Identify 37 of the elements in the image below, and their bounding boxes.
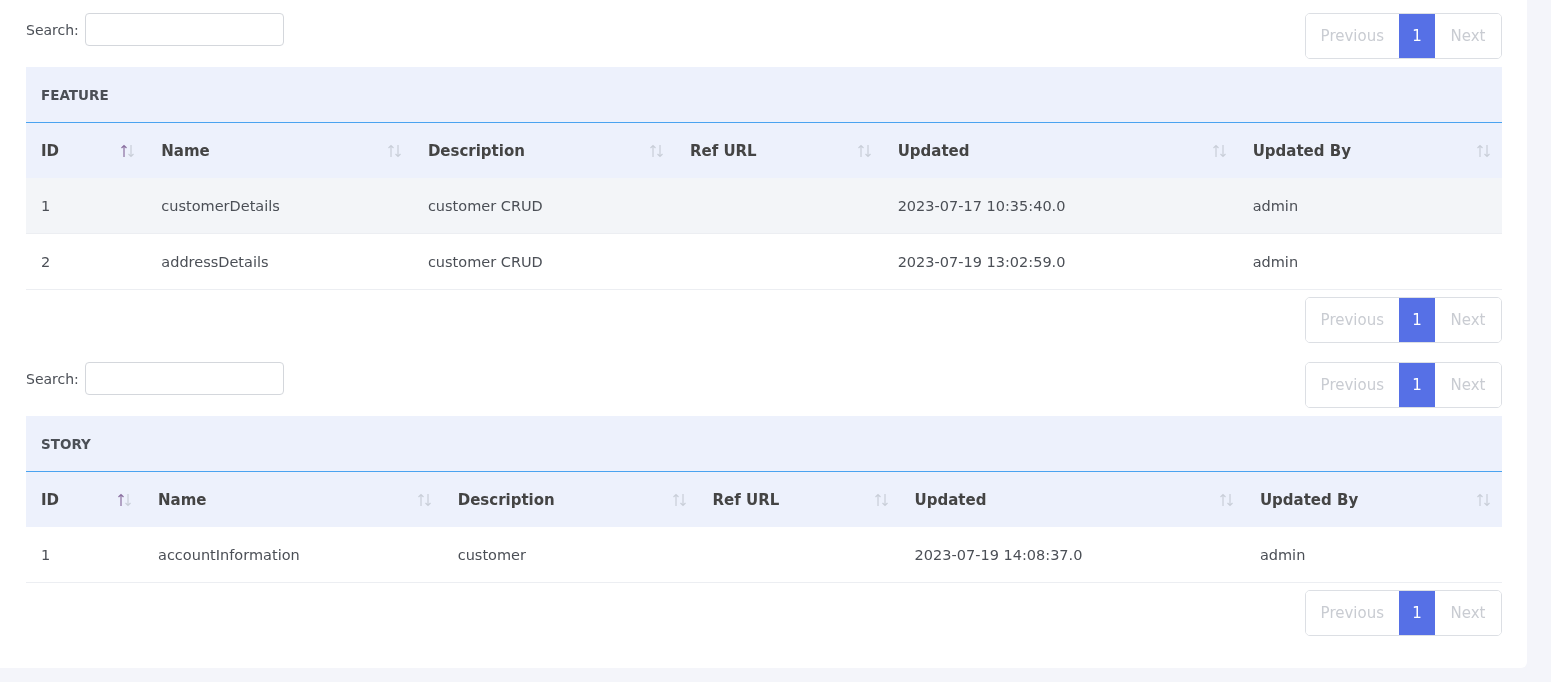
column-header[interactable]: Updated (899, 472, 1245, 527)
column-header[interactable]: Updated (882, 123, 1238, 178)
column-header[interactable]: Name (143, 472, 443, 527)
table-cell: 2023-07-19 14:08:37.0 (914, 546, 1083, 563)
column-header[interactable]: Name (146, 123, 413, 178)
search-field[interactable] (84, 362, 284, 395)
search-label: Search: (26, 21, 79, 38)
search-field[interactable] (84, 13, 284, 46)
table-cell: 2 (41, 253, 51, 270)
page-number-button[interactable]: 1 (1399, 363, 1435, 407)
column-header[interactable]: Description (442, 472, 698, 527)
page-number-button[interactable]: 1 (1399, 14, 1435, 58)
page-number-button[interactable]: 1 (1399, 298, 1435, 342)
table-title: STORY (26, 416, 1502, 472)
table-cell: addressDetails (161, 253, 269, 270)
table-cell: 1 (41, 197, 51, 214)
table-cell: admin (1259, 546, 1306, 563)
column-header[interactable]: Updated By (1244, 472, 1502, 527)
column-header[interactable]: Ref URL (697, 472, 900, 527)
table-cell: accountInformation (158, 546, 300, 563)
column-header[interactable]: ID (26, 472, 143, 527)
table-cell: customer CRUD (427, 197, 543, 214)
column-header[interactable]: Description (412, 123, 675, 178)
table-cell: customer (457, 546, 526, 563)
column-header[interactable]: Updated By (1237, 123, 1502, 178)
column-header[interactable]: Ref URL (674, 123, 883, 178)
table-cell: admin (1252, 253, 1299, 270)
search-label: Search: (26, 370, 79, 387)
table-cell: customer CRUD (427, 253, 543, 270)
table-cell: 2023-07-19 13:02:59.0 (897, 253, 1066, 270)
table-cell: customerDetails (161, 197, 280, 214)
page-number-button[interactable]: 1 (1399, 591, 1435, 635)
table-title: FEATURE (26, 67, 1502, 123)
table-cell: 2023-07-17 10:35:40.0 (897, 197, 1066, 214)
table-cell: admin (1252, 197, 1299, 214)
column-header[interactable]: ID (26, 123, 147, 178)
table-cell: 1 (41, 546, 51, 563)
